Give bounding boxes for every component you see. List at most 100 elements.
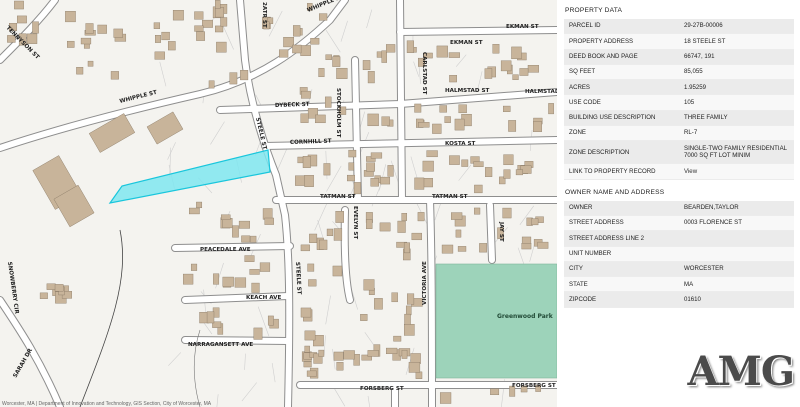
parcel-map[interactable]: WHIPPLE ST WHIPPLE ST TENNYSON ST DYBECK… (0, 0, 557, 407)
building-footprint (366, 219, 373, 229)
building-footprint (87, 60, 94, 67)
building-footprint (293, 25, 301, 37)
map-canvas[interactable]: WHIPPLE ST WHIPPLE ST TENNYSON ST DYBECK… (0, 0, 557, 407)
property-data-title: PROPERTY DATA (565, 7, 623, 14)
building-footprint (333, 228, 343, 241)
building-footprint (324, 96, 332, 108)
building-footprint (379, 176, 391, 185)
building-footprint (304, 330, 316, 341)
building-footprint (232, 225, 239, 238)
building-footprint (250, 235, 257, 243)
building-footprint (367, 113, 379, 127)
building-footprint (391, 292, 398, 303)
building-footprint (386, 347, 398, 355)
building-footprint (326, 228, 334, 237)
building-footprint (196, 31, 205, 41)
building-footprint (32, 21, 39, 34)
building-footprint (454, 118, 465, 131)
building-footprint (401, 349, 408, 359)
row-value (679, 230, 794, 247)
label-tatman-st-east: TATMAN ST (432, 194, 468, 200)
building-footprint (444, 116, 451, 123)
building-footprint (362, 60, 371, 71)
building-footprint (490, 388, 500, 396)
building-footprint (406, 40, 414, 53)
label-carlstad-st: CARLSTAD ST (421, 52, 427, 95)
row-value: 1.95259 (679, 79, 794, 96)
building-footprint (240, 70, 249, 81)
row-value: 85,055 (679, 64, 794, 81)
building-footprint (161, 31, 170, 41)
building-footprint (387, 165, 394, 177)
building-footprint (512, 74, 519, 80)
row-label: STATE (564, 276, 679, 293)
building-footprint (216, 41, 227, 53)
building-footprint (267, 315, 274, 326)
building-footprint (113, 28, 123, 38)
row-value: THREE FAMILY (679, 110, 794, 127)
building-footprint (461, 159, 469, 167)
building-footprint (194, 11, 204, 20)
building-footprint (492, 44, 500, 54)
building-footprint (241, 235, 251, 243)
table-row: PARCEL ID 29-27B-00006 (564, 19, 794, 35)
building-footprint (401, 213, 408, 221)
building-footprint (189, 207, 200, 215)
building-footprint (449, 75, 457, 83)
building-footprint (503, 154, 514, 166)
building-footprint (500, 60, 512, 72)
building-footprint (85, 23, 94, 34)
amg-logo: AMG (687, 348, 795, 395)
building-footprint (502, 207, 512, 219)
building-footprint (208, 80, 215, 89)
building-footprint (366, 162, 375, 172)
building-footprint (154, 51, 165, 60)
table-row: CITY WORCESTER (564, 261, 794, 278)
label-keach-ave: KEACH AVE (246, 295, 281, 301)
building-footprint (229, 72, 238, 85)
building-footprint (202, 19, 213, 28)
table-row: OWNER BEARDEN,TAYLOR (564, 200, 794, 216)
building-footprint (26, 33, 38, 44)
row-label: DEED BOOK AND PAGE (564, 49, 679, 65)
building-footprint (386, 44, 396, 53)
table-row: ZIPCODE 01610 (564, 291, 794, 308)
building-footprint (65, 11, 76, 23)
building-footprint (300, 244, 310, 252)
building-footprint (251, 282, 260, 293)
row-label: ACRES (564, 79, 679, 96)
building-footprint (411, 232, 422, 241)
building-footprint (455, 229, 462, 238)
label-kosta-st: KOSTA ST (445, 141, 476, 147)
selected-parcel[interactable] (108, 149, 271, 204)
row-value: RL-7 (679, 125, 794, 142)
row-label: ZONE (564, 125, 679, 142)
row-label: BUILDING USE DESCRIPTION (564, 110, 679, 127)
row-value: 29-27B-00006 (679, 19, 794, 35)
building-footprint (300, 90, 311, 99)
row-value: 105 (679, 94, 794, 111)
row-label: OWNER (564, 200, 679, 216)
row-value: WORCESTER (679, 261, 794, 278)
building-footprint (519, 68, 529, 76)
greenwood-park[interactable] (435, 263, 557, 379)
building-footprint (54, 284, 64, 292)
building-footprint (439, 392, 452, 404)
owner-table: OWNER BEARDEN,TAYLOR STREET ADDRESS 0003 F… (564, 200, 794, 308)
building-footprint (172, 10, 184, 21)
building-footprint (521, 236, 532, 244)
building-footprint (310, 37, 320, 45)
label-forsberg-st-east: FORSBERG ST (512, 383, 556, 389)
row-label: PARCEL ID (564, 19, 679, 35)
building-footprint (292, 44, 302, 54)
building-footprint (404, 313, 411, 325)
building-footprint (403, 242, 410, 254)
label-dybeck-st: DYBECK ST (275, 102, 310, 109)
view-record-link[interactable]: View (679, 163, 794, 180)
row-label: ZONE DESCRIPTION (564, 140, 679, 165)
map-attribution: Worcester, MA | Department of Innovation… (2, 401, 212, 407)
owner-title: OWNER NAME AND ADDRESS (565, 188, 665, 196)
building-footprint (46, 283, 56, 290)
row-value: 66747, 191 (679, 49, 794, 65)
table-row: BUILDING USE DESCRIPTION THREE FAMILY (564, 110, 794, 127)
